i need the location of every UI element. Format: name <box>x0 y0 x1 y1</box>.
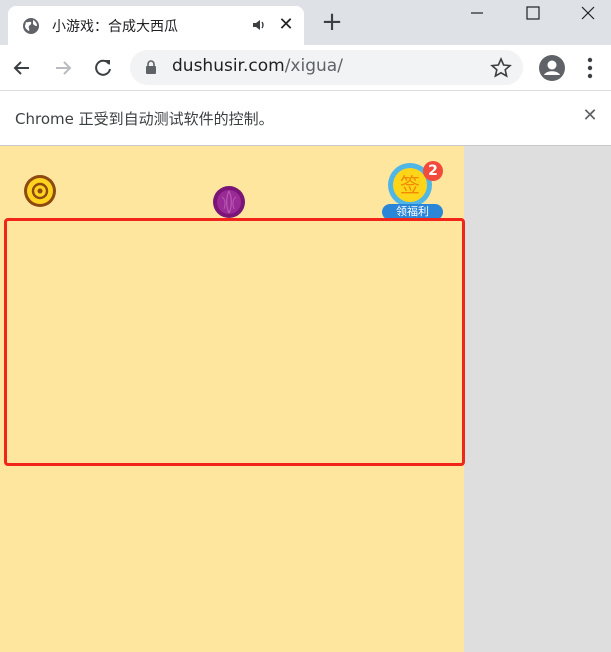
automation-infobar: Chrome 正受到自动测试软件的控制。 ✕ <box>0 90 611 146</box>
back-arrow-icon[interactable] <box>9 55 35 81</box>
globe-icon <box>23 18 39 34</box>
profile-avatar-icon[interactable] <box>538 54 566 82</box>
coin-icon[interactable] <box>23 174 57 208</box>
window-close-button[interactable] <box>565 0 611 30</box>
bookmark-star-icon[interactable] <box>490 57 512 79</box>
tab-close-icon[interactable]: ✕ <box>276 15 296 35</box>
forward-arrow-icon[interactable] <box>50 55 76 81</box>
minimize-icon <box>471 12 483 14</box>
sign-in-icon: 签 <box>393 168 427 202</box>
url-text: dushusir.com/xigua/ <box>172 56 343 76</box>
close-icon <box>581 6 595 20</box>
maximize-icon <box>526 6 540 20</box>
more-menu-icon[interactable] <box>583 55 597 81</box>
minimize-button[interactable] <box>454 0 500 30</box>
speaker-icon[interactable] <box>251 17 267 33</box>
infobar-close-icon[interactable]: ✕ <box>580 106 600 126</box>
grape-fruit <box>213 186 245 218</box>
new-tab-button[interactable]: + <box>318 8 346 36</box>
reload-icon[interactable] <box>90 55 116 81</box>
browser-toolbar: dushusir.com/xigua/ <box>0 45 611 90</box>
url-host: dushusir.com <box>172 56 285 76</box>
url-path: /xigua/ <box>284 56 343 76</box>
infobar-message: Chrome 正受到自动测试软件的控制。 <box>15 110 274 128</box>
sign-in-reward-button[interactable]: 签 2 领福利 <box>380 160 446 224</box>
page-background <box>464 146 611 652</box>
highlight-box <box>4 218 465 466</box>
address-bar[interactable]: dushusir.com/xigua/ <box>130 50 523 85</box>
lock-icon[interactable] <box>145 60 157 75</box>
tab-title: 小游戏：合成大西瓜 <box>52 19 178 35</box>
browser-tab[interactable]: 小游戏：合成大西瓜 ✕ <box>8 6 304 45</box>
notification-badge: 2 <box>423 161 443 181</box>
tab-strip: 小游戏：合成大西瓜 ✕ + <box>0 0 611 45</box>
maximize-button[interactable] <box>510 0 556 30</box>
